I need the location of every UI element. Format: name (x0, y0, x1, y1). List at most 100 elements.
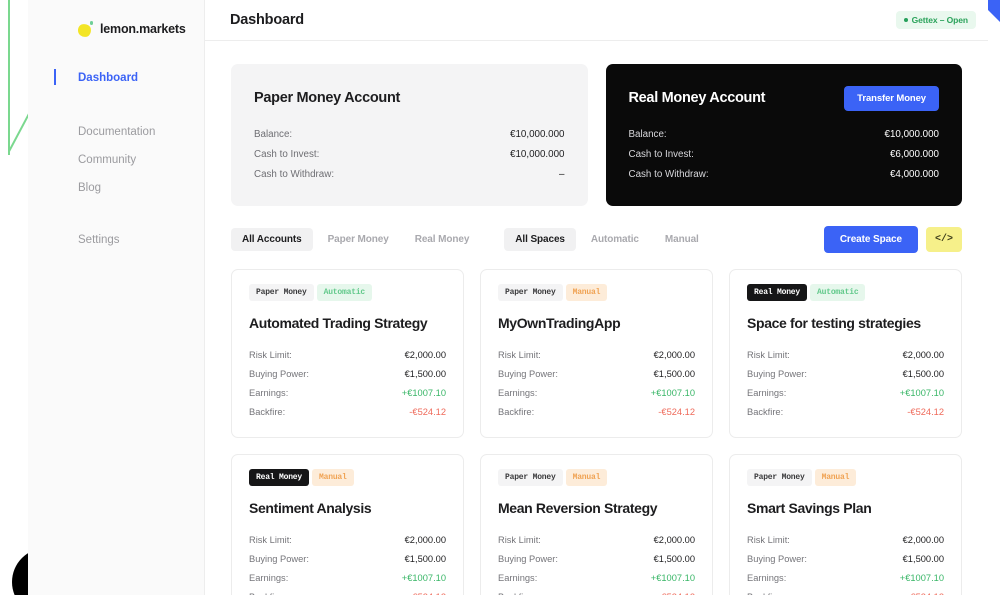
app-root: lemon.markets Dashboard Documentation Co… (0, 0, 1000, 595)
space-row-risk-limit: Risk Limit: €2,000.00 (249, 530, 446, 549)
row-value: €2,000.00 (654, 535, 695, 545)
row-value: €1,500.00 (405, 554, 446, 564)
filter-manual[interactable]: Manual (654, 228, 710, 251)
space-row-earnings: Earnings: +€1007.10 (498, 568, 695, 587)
account-type-badge: Paper Money (498, 284, 563, 301)
account-type-badge: Real Money (747, 284, 807, 301)
row-value: €1,500.00 (654, 369, 695, 379)
filter-automatic[interactable]: Automatic (580, 228, 650, 251)
space-card[interactable]: Paper Money Manual Mean Reversion Strate… (480, 454, 713, 595)
row-value: -€524.12 (658, 592, 695, 595)
sidebar-item-community[interactable]: Community (28, 146, 204, 174)
mode-badge: Automatic (317, 284, 372, 301)
row-label: Backfire: (498, 592, 534, 595)
transfer-money-button[interactable]: Transfer Money (844, 86, 939, 111)
topbar: Dashboard Gettex – Open (205, 0, 988, 41)
row-value: -€524.12 (907, 407, 944, 417)
account-type-badge: Paper Money (249, 284, 314, 301)
row-value: €10,000.000 (885, 129, 939, 140)
row-label: Cash to Withdraw: (629, 169, 709, 180)
row-value: €2,000.00 (654, 350, 695, 360)
space-card[interactable]: Paper Money Manual MyOwnTradingApp Risk … (480, 269, 713, 438)
account-row-cash-to-invest: Cash to Invest: €6,000.000 (629, 144, 940, 164)
sidebar-item-label: Dashboard (78, 72, 138, 84)
row-label: Backfire: (498, 407, 534, 417)
status-dot-icon (904, 18, 908, 22)
row-value: -€524.12 (409, 407, 446, 417)
nav-spacer (28, 92, 204, 118)
space-row-backfire: Backfire: -€524.12 (498, 402, 695, 421)
row-label: Risk Limit: (747, 535, 790, 545)
row-value: +€1007.10 (651, 388, 695, 398)
row-label: Buying Power: (249, 554, 309, 564)
sidebar-item-settings[interactable]: Settings (28, 226, 204, 254)
space-card[interactable]: Real Money Manual Sentiment Analysis Ris… (231, 454, 464, 595)
filter-paper-money[interactable]: Paper Money (317, 228, 400, 251)
row-label: Backfire: (249, 592, 285, 595)
space-card[interactable]: Paper Money Manual Smart Savings Plan Ri… (729, 454, 962, 595)
space-card[interactable]: Paper Money Automatic Automated Trading … (231, 269, 464, 438)
row-value: €2,000.00 (405, 535, 446, 545)
account-card-header: Paper Money Account (254, 84, 565, 112)
decorative-green-line (8, 0, 10, 155)
sidebar-item-label: Blog (78, 182, 101, 194)
code-snippet-button[interactable]: </> (926, 227, 962, 252)
space-rows: Risk Limit: €2,000.00 Buying Power: €1,5… (747, 530, 944, 595)
space-row-buying-power: Buying Power: €1,500.00 (747, 549, 944, 568)
row-value: €6,000.000 (890, 149, 939, 160)
space-card[interactable]: Real Money Automatic Space for testing s… (729, 269, 962, 438)
sidebar-item-label: Settings (78, 234, 120, 246)
space-row-backfire: Backfire: -€524.12 (747, 402, 944, 421)
space-row-earnings: Earnings: +€1007.10 (747, 568, 944, 587)
sidebar-item-blog[interactable]: Blog (28, 174, 204, 202)
space-row-risk-limit: Risk Limit: €2,000.00 (747, 530, 944, 549)
row-value: +€1007.10 (402, 573, 446, 583)
space-row-buying-power: Buying Power: €1,500.00 (498, 364, 695, 383)
create-space-button[interactable]: Create Space (824, 226, 918, 253)
sidebar-item-label: Community (78, 154, 136, 166)
space-row-backfire: Backfire: -€524.12 (498, 587, 695, 595)
row-value: €10,000.000 (510, 129, 564, 140)
row-label: Earnings: (249, 573, 288, 583)
mode-badge: Automatic (810, 284, 865, 301)
row-value: – (559, 169, 564, 180)
space-badges: Real Money Automatic (747, 284, 944, 301)
space-title: Sentiment Analysis (249, 499, 446, 517)
space-row-backfire: Backfire: -€524.12 (249, 402, 446, 421)
account-row-cash-to-withdraw: Cash to Withdraw: €4,000.000 (629, 164, 940, 184)
space-badges: Paper Money Manual (498, 284, 695, 301)
space-row-risk-limit: Risk Limit: €2,000.00 (249, 345, 446, 364)
sidebar-item-dashboard[interactable]: Dashboard (28, 64, 204, 92)
row-value: +€1007.10 (651, 573, 695, 583)
row-value: €10,000.000 (510, 149, 564, 160)
row-value: €4,000.000 (890, 169, 939, 180)
space-title: Space for testing strategies (747, 314, 944, 332)
space-badges: Paper Money Automatic (249, 284, 446, 301)
spaces-grid: Paper Money Automatic Automated Trading … (231, 269, 962, 595)
row-label: Earnings: (498, 573, 537, 583)
filter-bar: All Accounts Paper Money Real Money All … (231, 226, 962, 253)
row-label: Risk Limit: (249, 535, 292, 545)
row-label: Earnings: (249, 388, 288, 398)
row-value: -€524.12 (907, 592, 944, 595)
row-label: Cash to Invest: (254, 149, 319, 160)
space-row-risk-limit: Risk Limit: €2,000.00 (498, 345, 695, 364)
brand-logo[interactable]: lemon.markets (28, 10, 204, 44)
sidebar-item-documentation[interactable]: Documentation (28, 118, 204, 146)
filter-real-money[interactable]: Real Money (404, 228, 481, 251)
space-rows: Risk Limit: €2,000.00 Buying Power: €1,5… (747, 345, 944, 421)
space-title: Mean Reversion Strategy (498, 499, 695, 517)
row-value: €2,000.00 (903, 535, 944, 545)
sidebar: lemon.markets Dashboard Documentation Co… (28, 0, 205, 595)
filter-all-accounts[interactable]: All Accounts (231, 228, 313, 251)
account-type-badge: Paper Money (747, 469, 812, 486)
filter-groups: All Accounts Paper Money Real Money All … (231, 228, 710, 251)
lemon-icon (78, 21, 93, 37)
account-rows: Balance: €10,000.000 Cash to Invest: €6,… (629, 124, 940, 184)
row-label: Balance: (254, 129, 292, 140)
filter-all-spaces[interactable]: All Spaces (504, 228, 576, 251)
row-value: -€524.12 (658, 407, 695, 417)
account-filter-group: All Accounts Paper Money Real Money (231, 228, 480, 251)
row-label: Cash to Invest: (629, 149, 694, 160)
row-label: Cash to Withdraw: (254, 169, 334, 180)
